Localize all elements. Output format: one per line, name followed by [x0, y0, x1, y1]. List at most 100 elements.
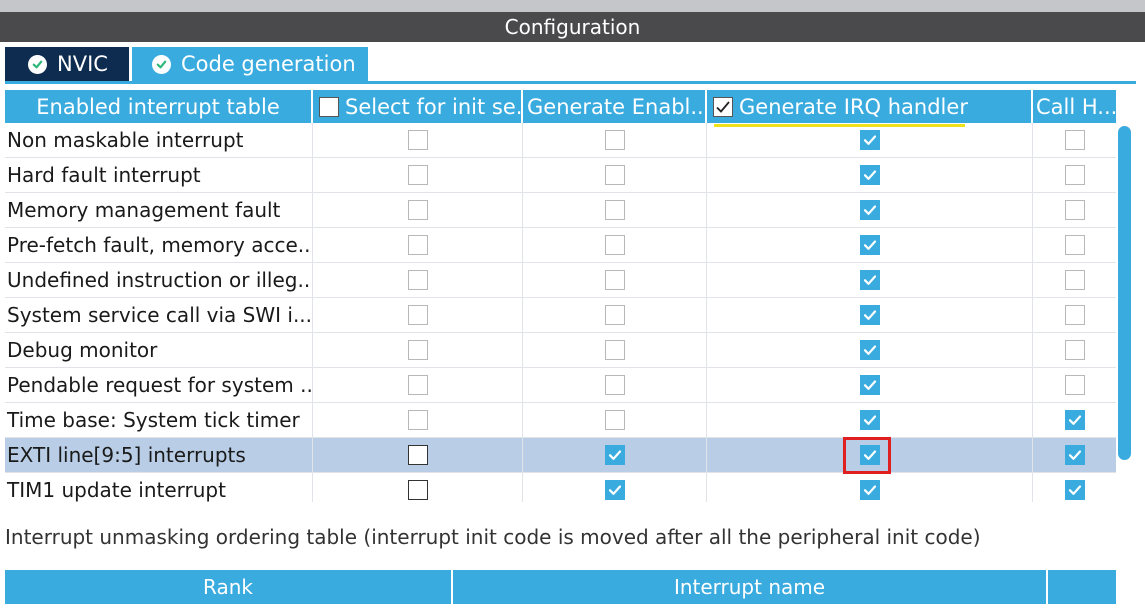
generate-enable-checkbox — [604, 270, 625, 290]
table-cell — [523, 403, 707, 437]
column-header-call-hal[interactable]: Call H... — [1033, 90, 1116, 123]
interrupt-name: Time base: System tick timer — [5, 403, 313, 437]
table-cell — [313, 368, 523, 402]
table-row[interactable]: EXTI line[9:5] interrupts — [5, 438, 1116, 473]
generate-irq-checkbox[interactable] — [859, 410, 880, 430]
table-row[interactable]: Time base: System tick timer — [5, 403, 1116, 438]
generate-enable-checkbox — [604, 165, 625, 185]
checkmark-icon — [863, 135, 876, 145]
table-cell — [313, 228, 523, 262]
column-header-enabled-interrupt[interactable]: Enabled interrupt table — [5, 90, 313, 123]
checkmark-icon — [863, 345, 876, 355]
select-init-checkbox — [407, 200, 428, 220]
generate-enable-checkbox — [604, 305, 625, 325]
select-init-checkbox — [407, 375, 428, 395]
select-init-checkbox — [407, 235, 428, 255]
scrollbar-thumb[interactable] — [1118, 126, 1131, 460]
tab-code-generation[interactable]: Code generation — [132, 47, 368, 81]
table-cell — [707, 228, 1033, 262]
table-cell — [707, 193, 1033, 227]
column-header-label: Generate IRQ handler — [739, 94, 968, 119]
select-init-checkbox[interactable] — [407, 445, 428, 465]
table-cell — [1033, 298, 1116, 332]
generate-enable-checkbox[interactable] — [604, 480, 625, 500]
table-cell — [1033, 438, 1116, 472]
select-all-init-checkbox[interactable] — [319, 96, 339, 117]
call-hal-checkbox — [1064, 165, 1085, 185]
call-hal-checkbox — [1064, 235, 1085, 255]
generate-enable-checkbox — [604, 340, 625, 360]
call-hal-checkbox — [1064, 270, 1085, 290]
table-row[interactable]: Memory management fault — [5, 193, 1116, 228]
column-header-select-init[interactable]: Select for init se... — [313, 90, 523, 123]
generate-irq-checkbox[interactable] — [859, 305, 880, 325]
select-init-checkbox — [407, 410, 428, 430]
table-cell — [523, 123, 707, 157]
column-header-label: Generate Enabl... — [527, 94, 707, 119]
select-all-irq-checkbox[interactable] — [713, 96, 733, 117]
interrupt-name: TIM1 update interrupt — [5, 473, 313, 502]
table-cell — [313, 333, 523, 367]
table-row[interactable]: Undefined instruction or illeg... — [5, 263, 1116, 298]
checkmark-icon — [863, 275, 876, 285]
table-cell — [1033, 123, 1116, 157]
table-cell — [523, 473, 707, 502]
generate-irq-checkbox[interactable] — [859, 480, 880, 500]
select-init-checkbox — [407, 270, 428, 290]
table-cell — [313, 403, 523, 437]
checkmark-icon — [716, 100, 730, 113]
interrupt-name: Memory management fault — [5, 193, 313, 227]
table-cell — [523, 158, 707, 192]
table-cell — [313, 158, 523, 192]
generate-irq-checkbox[interactable] — [859, 270, 880, 290]
column-header-rank[interactable]: Rank — [5, 570, 451, 604]
column-header-label: Interrupt name — [673, 575, 826, 599]
column-header-extra[interactable] — [1048, 570, 1116, 604]
table-cell — [523, 368, 707, 402]
generate-irq-checkbox[interactable] — [859, 235, 880, 255]
table-cell — [1033, 403, 1116, 437]
table-cell — [707, 403, 1033, 437]
call-hal-checkbox — [1064, 130, 1085, 150]
checkmark-icon — [863, 415, 876, 425]
table-cell — [313, 263, 523, 297]
table-row[interactable]: TIM1 update interrupt — [5, 473, 1116, 502]
generate-enable-checkbox — [604, 200, 625, 220]
window-title: Configuration — [0, 12, 1145, 42]
column-header-generate-irq[interactable]: Generate IRQ handler — [707, 90, 1033, 123]
table-cell — [523, 298, 707, 332]
call-hal-checkbox[interactable] — [1064, 410, 1085, 430]
generate-irq-checkbox[interactable] — [859, 200, 880, 220]
checkmark-icon — [863, 485, 876, 495]
table-cell — [313, 123, 523, 157]
generate-enable-checkbox[interactable] — [604, 445, 625, 465]
table-cell — [523, 438, 707, 472]
call-hal-checkbox[interactable] — [1064, 445, 1085, 465]
check-circle-icon — [28, 54, 47, 74]
table-row[interactable]: System service call via SWI i... — [5, 298, 1116, 333]
select-init-checkbox[interactable] — [407, 480, 428, 500]
interrupt-name: Hard fault interrupt — [5, 158, 313, 192]
checkmark-icon — [1068, 485, 1081, 495]
generate-irq-checkbox[interactable] — [859, 165, 880, 185]
table-row[interactable]: Hard fault interrupt — [5, 158, 1116, 193]
select-init-checkbox — [407, 305, 428, 325]
checkmark-icon — [863, 170, 876, 180]
table-row[interactable]: Pendable request for system ... — [5, 368, 1116, 403]
table-row[interactable]: Pre-fetch fault, memory acce... — [5, 228, 1116, 263]
generate-irq-checkbox[interactable] — [859, 340, 880, 360]
table-row[interactable]: Debug monitor — [5, 333, 1116, 368]
table-row[interactable]: Non maskable interrupt — [5, 123, 1116, 158]
tab-label: Code generation — [181, 52, 356, 76]
tab-nvic[interactable]: NVIC — [5, 47, 129, 81]
generate-irq-checkbox[interactable] — [859, 375, 880, 395]
column-header-interrupt-name[interactable]: Interrupt name — [453, 570, 1046, 604]
generate-enable-checkbox — [604, 235, 625, 255]
checkmark-icon — [863, 240, 876, 250]
column-header-generate-enable[interactable]: Generate Enabl... — [523, 90, 707, 123]
select-init-checkbox — [407, 130, 428, 150]
generate-irq-checkbox[interactable] — [859, 130, 880, 150]
call-hal-checkbox[interactable] — [1064, 480, 1085, 500]
table-cell — [707, 123, 1033, 157]
table-cell — [1033, 263, 1116, 297]
